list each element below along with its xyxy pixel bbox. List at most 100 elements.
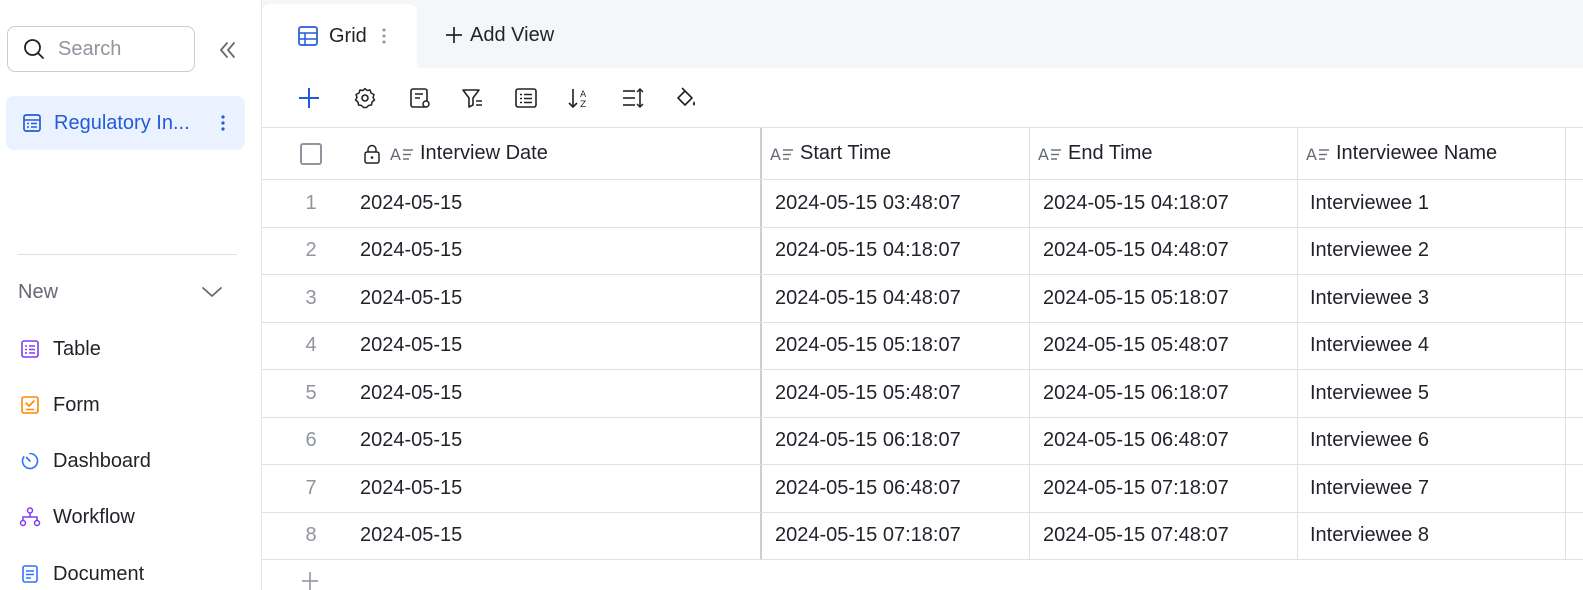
table-row[interactable]: 3 2024-05-15 2024-05-15 04:48:07 2024-05-15… (262, 275, 1583, 323)
column-header-interview-date[interactable]: A Interview Date (360, 128, 762, 179)
table-row[interactable]: 5 2024-05-15 2024-05-15 05:48:07 2024-05-15… (262, 370, 1583, 418)
create-workflow-item[interactable]: Workflow (18, 502, 135, 532)
search-input[interactable]: Search (7, 26, 195, 72)
svg-text:A: A (770, 145, 781, 164)
row-number: 6 (305, 429, 317, 452)
cell-interviewee-name[interactable]: Interviewee 8 (1298, 512, 1566, 559)
cell-end-time[interactable]: 2024-05-15 07:18:07 (1030, 465, 1298, 512)
cell-start-time[interactable]: 2024-05-15 07:18:07 (762, 512, 1030, 559)
sidebar-divider (18, 254, 237, 255)
column-header-start-time[interactable]: A Start Time (762, 128, 1030, 179)
cell-interviewee-name[interactable]: Interviewee 7 (1298, 465, 1566, 512)
app-window: Search Regulatory In... New Table Form D… (0, 0, 1583, 590)
create-document-item[interactable]: Document (18, 559, 144, 589)
form-icon (18, 393, 42, 417)
view-tab-bar: Grid Add View (262, 0, 1583, 68)
column-header-end-time[interactable]: A End Time (1030, 128, 1298, 179)
tab-grid[interactable]: Grid (262, 4, 417, 68)
color-fill-icon (677, 87, 695, 106)
select-all-cell[interactable] (262, 128, 360, 179)
group-button[interactable] (512, 84, 540, 112)
row-height-icon (623, 87, 644, 109)
cell-start-time[interactable]: 2024-05-15 04:18:07 (762, 227, 1030, 274)
cell-end-time[interactable]: 2024-05-15 04:48:07 (1030, 227, 1298, 274)
sort-icon: AZ (568, 89, 587, 110)
cell-interview-date[interactable]: 2024-05-15 (360, 512, 762, 559)
cell-end-time[interactable]: 2024-05-15 05:18:07 (1030, 275, 1298, 322)
row-number: 7 (305, 476, 317, 499)
cell-interview-date[interactable]: 2024-05-15 (360, 275, 762, 322)
cell-start-time[interactable]: 2024-05-15 05:48:07 (762, 370, 1030, 417)
table-row[interactable]: 1 2024-05-15 2024-05-15 03:48:07 2024-05-15… (262, 180, 1583, 228)
column-header-label: Interview Date (420, 142, 548, 164)
cell-interview-date[interactable]: 2024-05-15 (360, 322, 762, 369)
new-section-toggle[interactable]: New (18, 278, 223, 306)
sidebar: Search Regulatory In... New Table Form D… (0, 0, 262, 590)
double-chevron-left-icon (220, 42, 235, 58)
create-table-item[interactable]: Table (18, 334, 101, 364)
table-row[interactable]: 6 2024-05-15 2024-05-15 06:18:07 2024-05-15… (262, 417, 1583, 465)
cell-interview-date[interactable]: 2024-05-15 (360, 417, 762, 464)
table-row[interactable]: 4 2024-05-15 2024-05-15 05:18:07 2024-05-15… (262, 322, 1583, 370)
add-record-icon (299, 88, 319, 108)
search-placeholder: Search (58, 37, 122, 60)
cell-interviewee-name[interactable]: Interviewee 3 (1298, 275, 1566, 322)
create-form-item[interactable]: Form (18, 390, 100, 420)
sidebar-item-regulatory-table[interactable]: Regulatory In... (6, 96, 245, 150)
cell-interview-date[interactable]: 2024-05-15 (360, 180, 762, 227)
cell-interviewee-name[interactable]: Interviewee 1 (1298, 180, 1566, 227)
cell-start-time[interactable]: 2024-05-15 03:48:07 (762, 180, 1030, 227)
cell-end-time[interactable]: 2024-05-15 05:48:07 (1030, 322, 1298, 369)
add-view-button[interactable]: Add View (444, 18, 554, 52)
collapse-sidebar-button[interactable] (214, 36, 242, 64)
dashboard-icon (18, 449, 42, 473)
cell-end-time[interactable]: 2024-05-15 07:48:07 (1030, 512, 1298, 559)
add-record-button[interactable] (295, 84, 323, 112)
table-row[interactable]: 7 2024-05-15 2024-05-15 06:48:07 2024-05-15… (262, 465, 1583, 513)
tab-more-icon[interactable] (379, 26, 389, 46)
cell-end-time[interactable]: 2024-05-15 06:48:07 (1030, 417, 1298, 464)
text-field-icon: A (770, 142, 794, 166)
cell-interviewee-name[interactable]: Interviewee 5 (1298, 370, 1566, 417)
more-options-icon[interactable] (211, 111, 235, 135)
cell-interview-date[interactable]: 2024-05-15 (360, 370, 762, 417)
row-number: 5 (305, 381, 317, 404)
create-item-label: Form (53, 393, 100, 416)
add-row-button[interactable] (300, 570, 320, 590)
cell-start-time[interactable]: 2024-05-15 05:18:07 (762, 322, 1030, 369)
column-header-interviewee-name[interactable]: A Interviewee Name (1298, 128, 1566, 179)
row-number: 2 (305, 239, 317, 262)
row-height-button[interactable] (619, 84, 647, 112)
cell-interviewee-name[interactable]: Interviewee 4 (1298, 322, 1566, 369)
create-item-label: Table (53, 337, 101, 360)
text-field-icon: A (1306, 142, 1330, 166)
edit-fields-button[interactable] (406, 84, 434, 112)
svg-text:A: A (1038, 145, 1049, 164)
cell-interview-date[interactable]: 2024-05-15 (360, 227, 762, 274)
cell-end-time[interactable]: 2024-05-15 04:18:07 (1030, 180, 1298, 227)
grid-header-row: A Interview Date A Start Time A End Time… (262, 127, 1583, 180)
settings-icon (354, 87, 376, 109)
cell-interviewee-name[interactable]: Interviewee 6 (1298, 417, 1566, 464)
create-item-label: Workflow (53, 505, 135, 528)
select-all-checkbox[interactable] (300, 142, 322, 165)
cell-end-time[interactable]: 2024-05-15 06:18:07 (1030, 370, 1298, 417)
table-row[interactable]: 8 2024-05-15 2024-05-15 07:18:07 2024-05-15… (262, 512, 1583, 560)
document-icon (18, 562, 42, 586)
row-number: 3 (305, 286, 317, 309)
create-dashboard-item[interactable]: Dashboard (18, 446, 151, 476)
cell-start-time[interactable]: 2024-05-15 06:48:07 (762, 465, 1030, 512)
filter-button[interactable] (458, 84, 486, 112)
cell-interviewee-name[interactable]: Interviewee 2 (1298, 227, 1566, 274)
column-header-label: Start Time (800, 142, 892, 164)
cell-start-time[interactable]: 2024-05-15 06:18:07 (762, 417, 1030, 464)
cell-start-time[interactable]: 2024-05-15 04:48:07 (762, 275, 1030, 322)
edit-fields-icon (410, 88, 430, 108)
table-icon (20, 111, 44, 135)
sort-button[interactable]: AZ (565, 84, 593, 112)
color-fill-button[interactable] (672, 84, 700, 112)
settings-button[interactable] (351, 84, 379, 112)
table-row[interactable]: 2 2024-05-15 2024-05-15 04:18:07 2024-05-15… (262, 227, 1583, 275)
cell-interview-date[interactable]: 2024-05-15 (360, 465, 762, 512)
plus-icon (446, 27, 462, 43)
